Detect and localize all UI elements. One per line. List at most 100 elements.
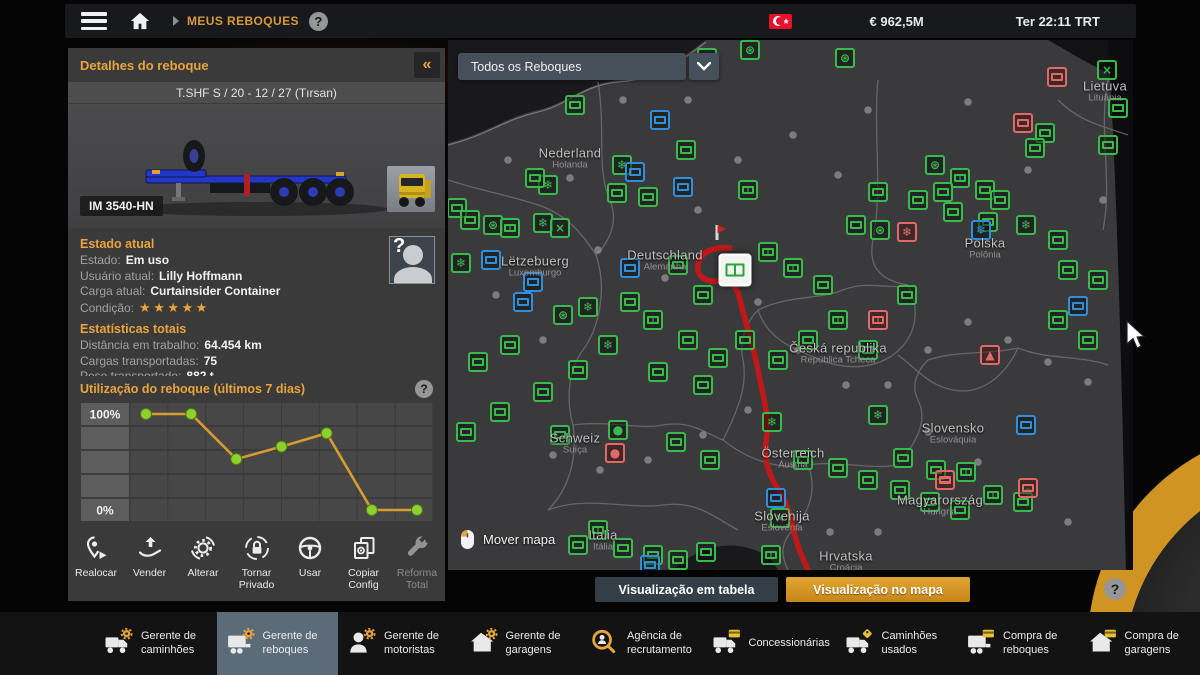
map-trailer-icon[interactable] (1047, 67, 1067, 87)
map-trailer-icon[interactable] (1088, 270, 1108, 290)
map-trailer-icon[interactable]: ⊛ (925, 155, 945, 175)
map-trailer-icon[interactable] (768, 350, 788, 370)
map-trailer-icon[interactable] (1058, 260, 1078, 280)
map-trailer-icon[interactable] (897, 285, 917, 305)
action-button-vender[interactable]: Vender (124, 535, 175, 579)
map-trailer-icon[interactable]: × (1097, 60, 1117, 80)
map-trailer-icon[interactable] (568, 360, 588, 380)
trailer-filter-dropdown[interactable]: Todos os Reboques (458, 53, 686, 80)
map-trailer-icon[interactable] (650, 110, 670, 130)
map-trailer-icon[interactable] (620, 292, 640, 312)
action-button-realocar[interactable]: Realocar (71, 535, 122, 579)
map-trailer-icon[interactable] (673, 177, 693, 197)
nav-item-gerente-de-caminh-es[interactable]: Gerente de caminhões (95, 612, 217, 675)
action-button-usar[interactable]: Usar (285, 535, 336, 579)
map-trailer-icon[interactable] (943, 202, 963, 222)
table-view-button[interactable]: Visualização em tabela (595, 577, 778, 602)
map-trailer-icon[interactable] (640, 555, 660, 570)
map-trailer-icon[interactable] (565, 95, 585, 115)
map-trailer-icon[interactable]: ❄ (762, 412, 782, 432)
map-trailer-icon[interactable] (1013, 113, 1033, 133)
map-trailer-icon[interactable] (783, 258, 803, 278)
map-trailer-icon[interactable] (643, 310, 663, 330)
map-trailer-icon[interactable]: × (770, 508, 790, 528)
map-trailer-icon[interactable] (793, 450, 813, 470)
home-icon[interactable] (129, 11, 151, 31)
map-trailer-icon[interactable] (700, 450, 720, 470)
map-trailer-icon[interactable] (668, 550, 688, 570)
map-trailer-icon[interactable] (693, 285, 713, 305)
map-trailer-icon[interactable]: ⊛ (870, 220, 890, 240)
map-trailer-icon[interactable] (738, 180, 758, 200)
map-trailer-icon[interactable]: ❄ (1016, 215, 1036, 235)
map-trailer-icon[interactable] (1048, 230, 1068, 250)
map-trailer-icon[interactable] (868, 182, 888, 202)
map-canvas[interactable]: NederlandHolandaLëtzebuergLuxemburgoDeut… (448, 40, 1133, 570)
map-trailer-icon[interactable]: ❄ (897, 222, 917, 242)
map-trailer-icon[interactable] (1048, 310, 1068, 330)
map-trailer-icon[interactable] (638, 187, 658, 207)
map-trailer-icon[interactable] (676, 140, 696, 160)
map-trailer-icon[interactable] (920, 492, 940, 512)
nav-item-ag-ncia-de-recrutamento[interactable]: Agência de recrutamento (581, 612, 703, 675)
map-trailer-icon[interactable] (761, 545, 781, 565)
map-trailer-icon[interactable]: ⊛ (740, 40, 760, 60)
map-trailer-icon[interactable] (1078, 330, 1098, 350)
map-trailer-icon[interactable] (828, 310, 848, 330)
map-trailer-icon[interactable] (846, 215, 866, 235)
map-trailer-icon[interactable] (550, 425, 570, 445)
map-trailer-icon[interactable] (666, 432, 686, 452)
assigned-truck-thumbnail[interactable] (387, 166, 435, 212)
map-trailer-icon[interactable] (950, 500, 970, 520)
map-trailer-icon[interactable] (858, 340, 878, 360)
map-trailer-icon[interactable] (668, 255, 688, 275)
map-trailer-icon[interactable] (648, 362, 668, 382)
map-trailer-icon[interactable] (908, 190, 928, 210)
map-trailer-icon[interactable] (858, 470, 878, 490)
chart-help-button[interactable]: ? (415, 380, 433, 398)
map-trailer-icon[interactable] (828, 458, 848, 478)
map-trailer-icon[interactable] (568, 535, 588, 555)
breadcrumb[interactable]: MEUS REBOQUES (187, 14, 299, 28)
map-trailer-icon[interactable] (523, 272, 543, 292)
map-trailer-icon[interactable] (625, 162, 645, 182)
help-button[interactable]: ? (309, 12, 328, 31)
map-trailer-icon[interactable] (990, 190, 1010, 210)
map-trailer-icon[interactable] (513, 292, 533, 312)
map-trailer-icon[interactable] (620, 258, 640, 278)
map-trailer-icon[interactable]: ❄ (578, 297, 598, 317)
nav-item-concession-rias[interactable]: Concessionárias (703, 612, 836, 675)
map-trailer-icon[interactable] (813, 275, 833, 295)
menu-icon[interactable] (81, 12, 107, 30)
map-trailer-icon[interactable] (696, 542, 716, 562)
map-trailer-icon[interactable] (735, 330, 755, 350)
map-trailer-icon[interactable] (613, 538, 633, 558)
map-trailer-icon[interactable] (1098, 135, 1118, 155)
nav-item-gerente-de-garagens[interactable]: Gerente de garagens (460, 612, 582, 675)
map-trailer-icon[interactable] (933, 182, 953, 202)
map-trailer-icon[interactable] (468, 352, 488, 372)
map-trailer-icon[interactable]: ❄ (451, 253, 471, 273)
map-trailer-icon[interactable] (983, 485, 1003, 505)
map-trailer-icon[interactable] (708, 348, 728, 368)
map-trailer-icon[interactable]: ⊛ (835, 48, 855, 68)
map-trailer-icon[interactable] (678, 330, 698, 350)
map-trailer-icon[interactable] (798, 330, 818, 350)
map-trailer-icon[interactable] (890, 480, 910, 500)
map-trailer-icon[interactable]: ❄ (868, 405, 888, 425)
map-trailer-icon[interactable]: ● (608, 420, 628, 440)
map-trailer-icon[interactable] (1068, 296, 1088, 316)
nav-item-compra-de-reboques[interactable]: Compra de reboques (957, 612, 1079, 675)
nav-item-gerente-de-reboques[interactable]: Gerente de reboques (217, 612, 339, 675)
map-trailer-icon[interactable]: × (550, 218, 570, 238)
map-trailer-icon[interactable]: ● (605, 443, 625, 463)
map-trailer-icon[interactable] (893, 448, 913, 468)
map-trailer-icon[interactable] (607, 183, 627, 203)
map-trailer-icon[interactable] (1018, 478, 1038, 498)
map-trailer-icon[interactable] (490, 402, 510, 422)
map-trailer-icon[interactable] (758, 242, 778, 262)
collapse-panel-button[interactable]: « (414, 52, 440, 78)
map-trailer-icon[interactable] (956, 462, 976, 482)
map-trailer-icon[interactable] (481, 250, 501, 270)
map-trailer-icon[interactable] (460, 210, 480, 230)
